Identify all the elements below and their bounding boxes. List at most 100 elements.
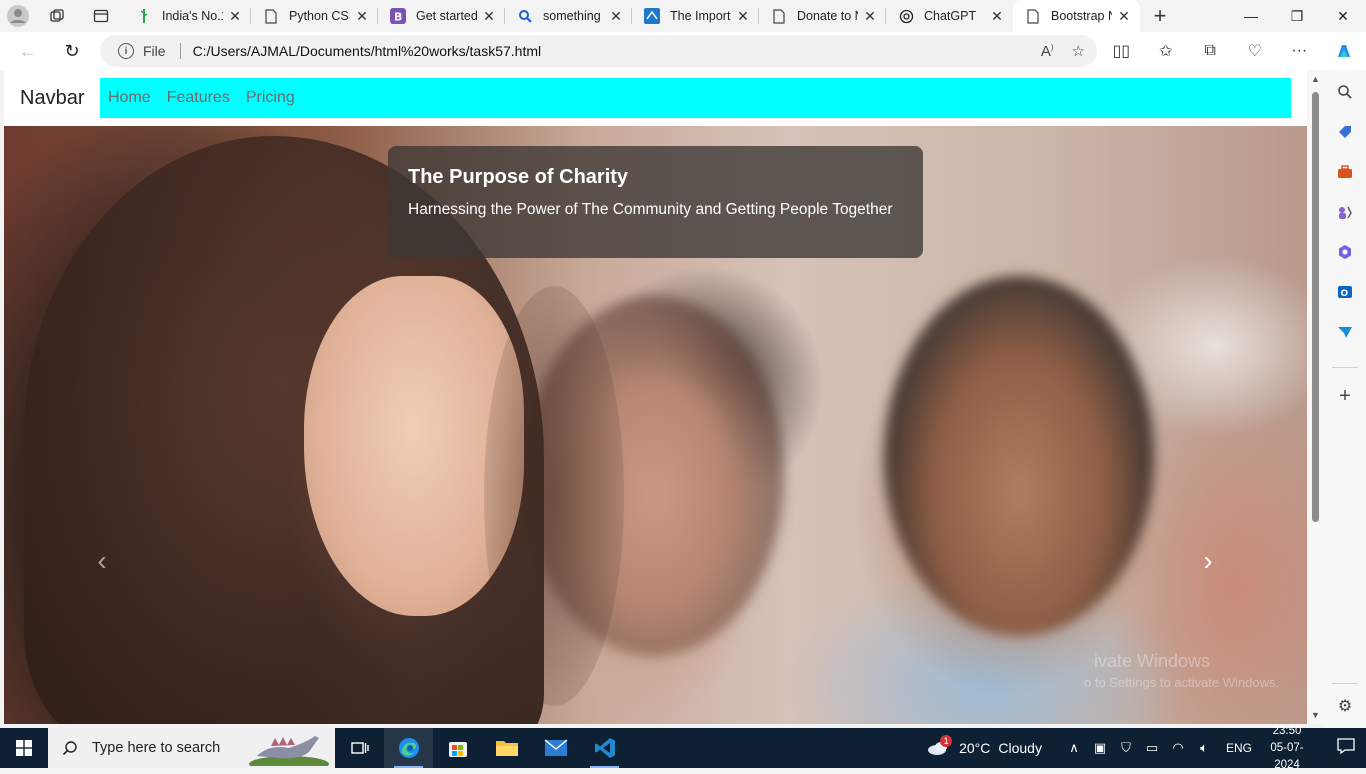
vscode-taskbar-button[interactable] xyxy=(580,728,629,768)
sidebar-add-button[interactable]: + xyxy=(1334,385,1356,407)
profile-button[interactable] xyxy=(0,0,36,32)
tab-the-importance[interactable]: The Importa ✕ xyxy=(632,0,759,32)
split-screen-button[interactable]: ▯▯ xyxy=(1099,41,1144,61)
svg-text:O: O xyxy=(1341,289,1349,299)
meet-now-icon[interactable]: ▣ xyxy=(1088,740,1112,756)
page-scrollbar[interactable]: ▲ ▼ xyxy=(1307,70,1324,724)
tab-donate[interactable]: Donate to N ✕ xyxy=(759,0,886,32)
tab-chatgpt[interactable]: ChatGPT ✕ xyxy=(886,0,1013,32)
scroll-thumb[interactable] xyxy=(1312,92,1319,522)
copilot-button[interactable] xyxy=(1322,41,1366,61)
chevron-up-icon[interactable]: ∧ xyxy=(1062,740,1086,756)
tab-get-started[interactable]: B Get started ✕ xyxy=(378,0,505,32)
sidebar-games-button[interactable] xyxy=(1334,201,1356,223)
tab-label: India's No.1 xyxy=(162,9,223,23)
tab-python-css[interactable]: Python CSS ✕ xyxy=(251,0,378,32)
scroll-up-arrow-icon[interactable]: ▲ xyxy=(1307,74,1324,84)
divider xyxy=(180,43,181,59)
close-tab-icon[interactable]: ✕ xyxy=(862,8,878,25)
hexagon-icon xyxy=(1337,244,1353,260)
info-icon[interactable]: i xyxy=(118,43,134,59)
language-indicator[interactable]: ENG xyxy=(1226,741,1252,755)
site-navbar: Navbar Home Features Pricing xyxy=(4,70,1307,126)
notifications-button[interactable] xyxy=(1326,738,1366,759)
store-taskbar-button[interactable] xyxy=(433,728,482,768)
url-text[interactable]: C:/Users/AJMAL/Documents/html%20works/ta… xyxy=(193,43,542,59)
close-tab-icon[interactable]: ✕ xyxy=(481,8,497,25)
sidebar-send-button[interactable] xyxy=(1334,321,1356,343)
tab-indias-no1[interactable]: India's No.1 ✕ xyxy=(124,0,251,32)
read-aloud-icon[interactable]: A) xyxy=(1041,43,1054,60)
sidebar-tools-button[interactable] xyxy=(1334,161,1356,183)
plus-icon: + xyxy=(1154,3,1167,28)
more-menu-button[interactable]: ··· xyxy=(1277,42,1322,60)
back-button[interactable]: ← xyxy=(8,35,48,67)
arrow-left-icon: ← xyxy=(19,41,37,62)
games-icon xyxy=(1337,204,1353,220)
watermark-line-2: o to Settings to activate Windows. xyxy=(1084,672,1279,694)
plus-icon: + xyxy=(1339,385,1351,408)
restore-button[interactable]: ❐ xyxy=(1274,0,1320,32)
taskbar-search-box[interactable]: Type here to search xyxy=(48,728,335,768)
carousel-prev-button[interactable]: ‹ xyxy=(82,546,122,576)
weather-widget[interactable]: 1 20°C Cloudy xyxy=(927,738,1042,759)
carousel-next-button[interactable]: › xyxy=(1188,546,1228,576)
close-tab-icon[interactable]: ✕ xyxy=(989,8,1005,25)
chevron-left-icon: ‹ xyxy=(97,545,106,577)
collections-button[interactable]: ⧉ xyxy=(1188,42,1233,60)
chevron-right-icon: › xyxy=(1203,545,1212,577)
nav-link-pricing[interactable]: Pricing xyxy=(246,89,295,107)
security-icon[interactable]: ⛉ xyxy=(1114,740,1138,756)
nav-link-features[interactable]: Features xyxy=(167,89,230,107)
close-tab-icon[interactable]: ✕ xyxy=(354,8,370,25)
minimize-button[interactable]: — xyxy=(1228,0,1274,32)
volume-icon[interactable]: 🔈︎ xyxy=(1192,740,1216,756)
svg-text:B: B xyxy=(394,11,402,24)
battery-icon[interactable]: ▭ xyxy=(1140,740,1164,756)
new-tab-button[interactable]: + xyxy=(1140,3,1180,29)
page-icon xyxy=(1025,8,1041,24)
close-tab-icon[interactable]: ✕ xyxy=(735,8,751,25)
sidebar-outlook-button[interactable]: O xyxy=(1334,281,1356,303)
wifi-icon[interactable]: ◠ xyxy=(1166,740,1190,756)
workspaces-button[interactable] xyxy=(36,0,78,32)
refresh-button[interactable]: ↻ xyxy=(52,35,92,67)
clock[interactable]: 23:50 05-07-2024 xyxy=(1262,723,1312,774)
caption-text: Harnessing the Power of The Community an… xyxy=(408,201,903,219)
activation-watermark: ivate Windows o to Settings to activate … xyxy=(1084,650,1279,694)
sidebar-copilot-button[interactable] xyxy=(1334,241,1356,263)
mail-taskbar-button[interactable] xyxy=(531,728,580,768)
tab-actions-button[interactable] xyxy=(78,0,124,32)
tab-bootstrap-active[interactable]: Bootstrap N ✕ xyxy=(1013,0,1140,32)
clock-time: 23:50 xyxy=(1262,723,1312,740)
favorite-star-icon[interactable]: ☆ xyxy=(1072,42,1085,60)
edge-taskbar-button[interactable] xyxy=(384,728,433,768)
sidebar-settings-button[interactable]: ⚙ xyxy=(1334,695,1356,717)
windows-logo-icon xyxy=(16,740,32,756)
sidebar-search-button[interactable] xyxy=(1334,81,1356,103)
start-button[interactable] xyxy=(0,728,48,768)
carousel-image-child xyxy=(884,276,1154,636)
nav-link-home[interactable]: Home xyxy=(108,89,151,107)
close-tab-icon[interactable]: ✕ xyxy=(1116,8,1132,25)
search-placeholder: Type here to search xyxy=(92,740,220,756)
watermark-line-1: ivate Windows xyxy=(1094,650,1279,672)
system-tray: 1 20°C Cloudy ∧ ▣ ⛉ ▭ ◠ 🔈︎ ENG 23:50 05-… xyxy=(927,728,1366,768)
navbar-brand[interactable]: Navbar xyxy=(20,87,84,110)
vscode-icon xyxy=(594,737,616,759)
sidebar-shopping-button[interactable] xyxy=(1334,121,1356,143)
mail-icon xyxy=(544,739,568,757)
scroll-down-arrow-icon[interactable]: ▼ xyxy=(1307,710,1324,720)
task-view-button[interactable] xyxy=(335,728,384,768)
close-tab-icon[interactable]: ✕ xyxy=(227,8,243,25)
sidebar-divider xyxy=(1332,683,1358,684)
tab-something[interactable]: something ✕ xyxy=(505,0,632,32)
browser-essentials-button[interactable]: ♡ xyxy=(1233,41,1278,61)
favorites-button[interactable]: ✩ xyxy=(1144,41,1189,61)
close-tab-icon[interactable]: ✕ xyxy=(608,8,624,25)
file-explorer-taskbar-button[interactable] xyxy=(482,728,531,768)
tree-icon xyxy=(136,8,152,24)
address-bar[interactable]: i File C:/Users/AJMAL/Documents/html%20w… xyxy=(100,35,1097,67)
tab-label: The Importa xyxy=(670,9,731,23)
close-window-button[interactable]: ✕ xyxy=(1320,0,1366,32)
